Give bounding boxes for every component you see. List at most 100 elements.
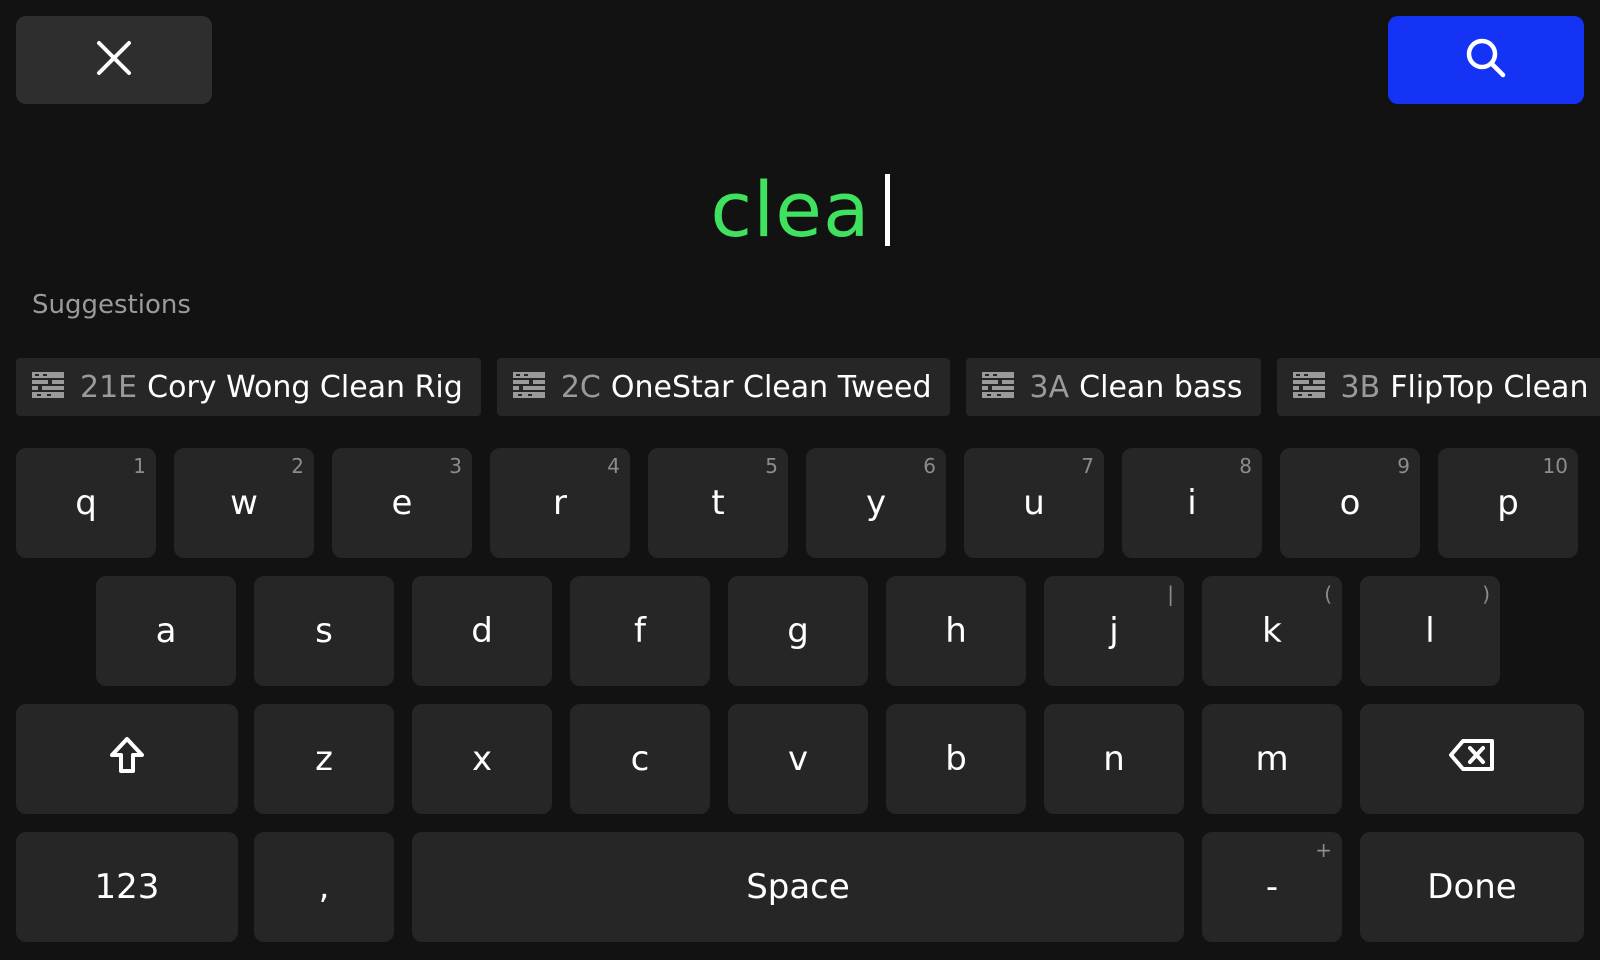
text-caret — [884, 174, 890, 246]
key-done[interactable]: Done — [1360, 832, 1584, 942]
search-query-text: clea — [710, 165, 871, 254]
key-label: Space — [746, 867, 850, 907]
key-label: t — [711, 483, 725, 523]
key-label: z — [315, 739, 333, 779]
key-label: h — [945, 611, 967, 651]
key-z[interactable]: z — [254, 704, 394, 814]
key-label: e — [391, 483, 413, 523]
key-label: b — [945, 739, 967, 779]
key-x[interactable]: x — [412, 704, 552, 814]
key-label: Done — [1427, 867, 1517, 907]
key-n[interactable]: n — [1044, 704, 1184, 814]
key-a[interactable]: a — [96, 576, 236, 686]
key-hint: 10 — [1542, 454, 1568, 478]
rig-icon — [1292, 371, 1325, 403]
key-space[interactable]: Space — [412, 832, 1184, 942]
key-j[interactable]: j | — [1044, 576, 1184, 686]
suggestions-heading: Suggestions — [32, 290, 191, 320]
suggestion-chip[interactable]: 21E Cory Wong Clean Rig — [16, 358, 481, 416]
key-i[interactable]: i8 — [1122, 448, 1262, 558]
key-f[interactable]: f — [570, 576, 710, 686]
key-label: n — [1103, 739, 1125, 779]
suggestion-code: 3A — [1029, 369, 1070, 405]
search-button[interactable] — [1388, 16, 1584, 104]
suggestion-chip[interactable]: 3A Clean bass — [965, 358, 1261, 416]
key-shift[interactable] — [16, 704, 238, 814]
suggestion-name: OneStar Clean Tweed — [610, 369, 932, 405]
key-hint: 7 — [1081, 454, 1094, 478]
shift-icon — [109, 736, 145, 783]
key-label: p — [1497, 483, 1519, 523]
key-t[interactable]: t5 — [648, 448, 788, 558]
key-label: m — [1255, 739, 1289, 779]
key-k[interactable]: k( — [1202, 576, 1342, 686]
search-query-field[interactable]: clea — [0, 160, 1600, 260]
key-hint: 2 — [291, 454, 304, 478]
key-label: j — [1109, 611, 1119, 651]
key-v[interactable]: v — [728, 704, 868, 814]
close-button[interactable] — [16, 16, 212, 104]
key-hint: ( — [1324, 582, 1332, 606]
key-m[interactable]: m — [1202, 704, 1342, 814]
key-o[interactable]: o9 — [1280, 448, 1420, 558]
key-label: d — [471, 611, 493, 651]
key-p[interactable]: p 10 — [1438, 448, 1578, 558]
key-label: o — [1339, 483, 1361, 523]
key-label: 123 — [94, 867, 160, 907]
key-hint: 6 — [923, 454, 936, 478]
key-hint: | — [1167, 582, 1174, 606]
key-hint: ) — [1482, 582, 1490, 606]
key-hint: + — [1315, 838, 1332, 862]
key-r[interactable]: r4 — [490, 448, 630, 558]
key-hint: 9 — [1397, 454, 1410, 478]
key-d[interactable]: d — [412, 576, 552, 686]
key-backspace[interactable] — [1360, 704, 1584, 814]
key-label: c — [630, 739, 650, 779]
key-label: v — [787, 739, 809, 779]
key-l[interactable]: l) — [1360, 576, 1500, 686]
key-label: a — [155, 611, 177, 651]
key-hint: 3 — [449, 454, 462, 478]
key-b[interactable]: b — [886, 704, 1026, 814]
suggestion-code: 2C — [560, 369, 601, 405]
key-s[interactable]: s — [254, 576, 394, 686]
key-label: - — [1265, 867, 1279, 907]
key-label: g — [787, 611, 809, 651]
key-label: i — [1187, 483, 1197, 523]
key-hint: 4 — [607, 454, 620, 478]
key-label: y — [865, 483, 887, 523]
key-hint: 1 — [133, 454, 146, 478]
key-c[interactable]: c — [570, 704, 710, 814]
on-screen-keyboard: q 1 w 2 e 3 r 4 t 5 y 6 u 7 i 8 o 9 p 10 a s d f g h j | k(l) z x c v b n m… — [0, 0, 1600, 960]
key-label: l — [1425, 611, 1435, 651]
rig-icon — [981, 371, 1014, 403]
key-label: k — [1262, 611, 1282, 651]
key-label: s — [315, 611, 333, 651]
key-dash[interactable]: - + — [1202, 832, 1342, 942]
suggestion-name: FlipTop Clean — [1390, 369, 1589, 405]
suggestion-code: 3B — [1340, 369, 1381, 405]
key-y[interactable]: y6 — [806, 448, 946, 558]
key-hint: 5 — [765, 454, 778, 478]
key-label: w — [230, 483, 258, 523]
key-label: q — [75, 483, 97, 523]
suggestion-chip[interactable]: 2C OneStar Clean Tweed — [496, 358, 950, 416]
key-h[interactable]: h — [886, 576, 1026, 686]
key-comma[interactable]: , — [254, 832, 394, 942]
key-label: u — [1023, 483, 1045, 523]
rig-icon — [32, 371, 64, 403]
key-label: , — [318, 867, 330, 907]
key-e[interactable]: e3 — [332, 448, 472, 558]
key-w[interactable]: w2 — [174, 448, 314, 558]
close-icon — [96, 40, 132, 80]
key-u[interactable]: u7 — [964, 448, 1104, 558]
key-g[interactable]: g — [728, 576, 868, 686]
suggestion-chip[interactable]: 3B FlipTop Clean — [1276, 358, 1600, 416]
key-hint: 8 — [1239, 454, 1252, 478]
backspace-icon — [1449, 738, 1495, 781]
search-icon — [1465, 37, 1507, 83]
rig-icon — [512, 371, 545, 403]
key-123[interactable]: 123 — [16, 832, 238, 942]
key-label: x — [471, 739, 493, 779]
key-q[interactable]: q1 — [16, 448, 156, 558]
